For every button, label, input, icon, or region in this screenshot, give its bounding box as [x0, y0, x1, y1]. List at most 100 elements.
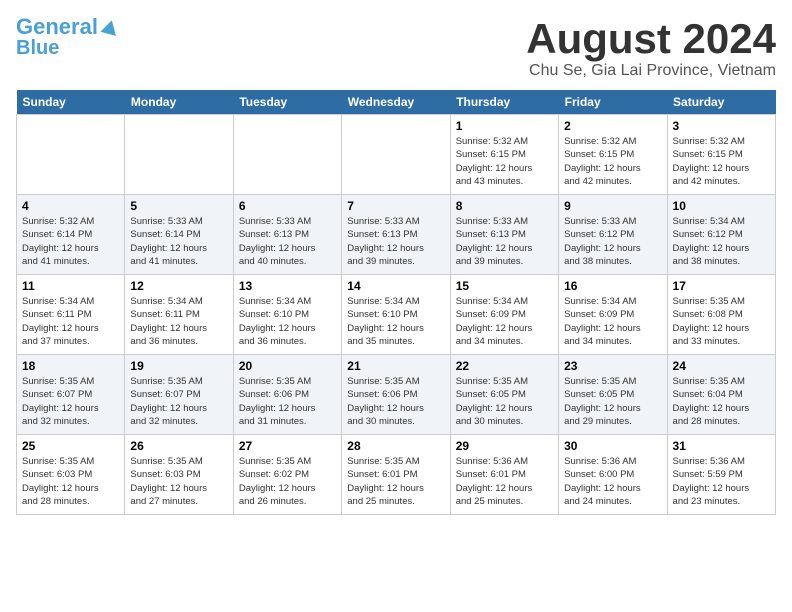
calendar-subtitle: Chu Se, Gia Lai Province, Vietnam	[526, 62, 776, 80]
day-header-wednesday: Wednesday	[342, 90, 450, 115]
day-number: 15	[456, 279, 553, 293]
day-number: 14	[347, 279, 444, 293]
logo-triangle-icon	[100, 18, 119, 36]
calendar-cell: 29 Sunrise: 5:36 AM Sunset: 6:01 PM Dayli…	[450, 435, 558, 515]
day-number: 19	[130, 359, 227, 373]
calendar-cell: 25 Sunrise: 5:35 AM Sunset: 6:03 PM Dayli…	[17, 435, 125, 515]
calendar-cell: 9 Sunrise: 5:33 AM Sunset: 6:12 PM Daylig…	[559, 195, 667, 275]
cell-info: Sunrise: 5:34 AM Sunset: 6:12 PM Dayligh…	[673, 215, 770, 268]
day-number: 23	[564, 359, 661, 373]
calendar-cell: 23 Sunrise: 5:35 AM Sunset: 6:05 PM Dayli…	[559, 355, 667, 435]
day-number: 22	[456, 359, 553, 373]
day-number: 28	[347, 439, 444, 453]
day-number: 11	[22, 279, 119, 293]
calendar-cell: 22 Sunrise: 5:35 AM Sunset: 6:05 PM Dayli…	[450, 355, 558, 435]
day-number: 3	[673, 119, 770, 133]
calendar-cell: 12 Sunrise: 5:34 AM Sunset: 6:11 PM Dayli…	[125, 275, 233, 355]
calendar-body: 1 Sunrise: 5:32 AM Sunset: 6:15 PM Daylig…	[17, 115, 776, 515]
cell-info: Sunrise: 5:35 AM Sunset: 6:03 PM Dayligh…	[130, 455, 227, 508]
calendar-cell: 15 Sunrise: 5:34 AM Sunset: 6:09 PM Dayli…	[450, 275, 558, 355]
title-area: August 2024 Chu Se, Gia Lai Province, Vi…	[526, 16, 776, 80]
cell-info: Sunrise: 5:35 AM Sunset: 6:06 PM Dayligh…	[239, 375, 336, 428]
calendar-title: August 2024	[526, 16, 776, 62]
calendar-cell: 2Sunrise: 5:32 AM Sunset: 6:15 PM Daylig…	[559, 115, 667, 195]
cell-info: Sunrise: 5:34 AM Sunset: 6:11 PM Dayligh…	[130, 295, 227, 348]
calendar-cell: 21 Sunrise: 5:35 AM Sunset: 6:06 PM Dayli…	[342, 355, 450, 435]
day-number: 5	[130, 199, 227, 213]
cell-info: Sunrise: 5:34 AM Sunset: 6:09 PM Dayligh…	[456, 295, 553, 348]
day-header-thursday: Thursday	[450, 90, 558, 115]
day-number: 27	[239, 439, 336, 453]
calendar-cell: 14Sunrise: 5:34 AM Sunset: 6:10 PM Dayli…	[342, 275, 450, 355]
day-number: 29	[456, 439, 553, 453]
day-header-monday: Monday	[125, 90, 233, 115]
calendar-cell: 10 Sunrise: 5:34 AM Sunset: 6:12 PM Dayli…	[667, 195, 775, 275]
calendar-header-row: SundayMondayTuesdayWednesdayThursdayFrid…	[17, 90, 776, 115]
day-number: 24	[673, 359, 770, 373]
cell-info: Sunrise: 5:36 AM Sunset: 5:59 PM Dayligh…	[673, 455, 770, 508]
calendar-cell: 30 Sunrise: 5:36 AM Sunset: 6:00 PM Dayli…	[559, 435, 667, 515]
calendar-cell	[233, 115, 341, 195]
cell-info: Sunrise: 5:34 AM Sunset: 6:09 PM Dayligh…	[564, 295, 661, 348]
cell-info: Sunrise: 5:33 AM Sunset: 6:14 PM Dayligh…	[130, 215, 227, 268]
cell-info: Sunrise: 5:33 AM Sunset: 6:12 PM Dayligh…	[564, 215, 661, 268]
cell-info: Sunrise: 5:35 AM Sunset: 6:08 PM Dayligh…	[673, 295, 770, 348]
cell-info: Sunrise: 5:35 AM Sunset: 6:06 PM Dayligh…	[347, 375, 444, 428]
cell-info: Sunrise: 5:35 AM Sunset: 6:07 PM Dayligh…	[22, 375, 119, 428]
cell-info: Sunrise: 5:35 AM Sunset: 6:02 PM Dayligh…	[239, 455, 336, 508]
logo-text: General	[16, 16, 98, 38]
day-number: 20	[239, 359, 336, 373]
calendar-cell	[342, 115, 450, 195]
cell-info: Sunrise: 5:33 AM Sunset: 6:13 PM Dayligh…	[239, 215, 336, 268]
cell-info: Sunrise: 5:32 AM Sunset: 6:15 PM Dayligh…	[456, 135, 553, 188]
day-number: 18	[22, 359, 119, 373]
cell-info: Sunrise: 5:36 AM Sunset: 6:00 PM Dayligh…	[564, 455, 661, 508]
calendar-week-row: 25 Sunrise: 5:35 AM Sunset: 6:03 PM Dayli…	[17, 435, 776, 515]
calendar-cell: 13 Sunrise: 5:34 AM Sunset: 6:10 PM Dayli…	[233, 275, 341, 355]
calendar-cell: 6Sunrise: 5:33 AM Sunset: 6:13 PM Daylig…	[233, 195, 341, 275]
calendar-cell: 28 Sunrise: 5:35 AM Sunset: 6:01 PM Dayli…	[342, 435, 450, 515]
day-number: 9	[564, 199, 661, 213]
calendar-cell: 5 Sunrise: 5:33 AM Sunset: 6:14 PM Daylig…	[125, 195, 233, 275]
day-number: 21	[347, 359, 444, 373]
day-number: 7	[347, 199, 444, 213]
calendar-cell: 3Sunrise: 5:32 AM Sunset: 6:15 PM Daylig…	[667, 115, 775, 195]
cell-info: Sunrise: 5:32 AM Sunset: 6:14 PM Dayligh…	[22, 215, 119, 268]
day-number: 25	[22, 439, 119, 453]
calendar-cell: 31 Sunrise: 5:36 AM Sunset: 5:59 PM Dayli…	[667, 435, 775, 515]
cell-info: Sunrise: 5:35 AM Sunset: 6:01 PM Dayligh…	[347, 455, 444, 508]
calendar-cell: 17 Sunrise: 5:35 AM Sunset: 6:08 PM Dayli…	[667, 275, 775, 355]
calendar-week-row: 11 Sunrise: 5:34 AM Sunset: 6:11 PM Dayli…	[17, 275, 776, 355]
day-number: 13	[239, 279, 336, 293]
logo-blue-text: Blue	[16, 38, 59, 58]
day-number: 10	[673, 199, 770, 213]
cell-info: Sunrise: 5:33 AM Sunset: 6:13 PM Dayligh…	[347, 215, 444, 268]
day-number: 12	[130, 279, 227, 293]
calendar-cell: 16Sunrise: 5:34 AM Sunset: 6:09 PM Dayli…	[559, 275, 667, 355]
calendar-cell	[17, 115, 125, 195]
day-header-sunday: Sunday	[17, 90, 125, 115]
cell-info: Sunrise: 5:32 AM Sunset: 6:15 PM Dayligh…	[564, 135, 661, 188]
calendar-cell: 8Sunrise: 5:33 AM Sunset: 6:13 PM Daylig…	[450, 195, 558, 275]
cell-info: Sunrise: 5:34 AM Sunset: 6:10 PM Dayligh…	[239, 295, 336, 348]
calendar-cell: 11 Sunrise: 5:34 AM Sunset: 6:11 PM Dayli…	[17, 275, 125, 355]
calendar-week-row: 1 Sunrise: 5:32 AM Sunset: 6:15 PM Daylig…	[17, 115, 776, 195]
day-number: 30	[564, 439, 661, 453]
cell-info: Sunrise: 5:35 AM Sunset: 6:05 PM Dayligh…	[564, 375, 661, 428]
cell-info: Sunrise: 5:34 AM Sunset: 6:11 PM Dayligh…	[22, 295, 119, 348]
calendar-cell: 1 Sunrise: 5:32 AM Sunset: 6:15 PM Daylig…	[450, 115, 558, 195]
cell-info: Sunrise: 5:35 AM Sunset: 6:03 PM Dayligh…	[22, 455, 119, 508]
day-header-tuesday: Tuesday	[233, 90, 341, 115]
page-header: General Blue August 2024 Chu Se, Gia Lai…	[16, 16, 776, 80]
day-header-saturday: Saturday	[667, 90, 775, 115]
day-header-friday: Friday	[559, 90, 667, 115]
calendar-cell: 20 Sunrise: 5:35 AM Sunset: 6:06 PM Dayli…	[233, 355, 341, 435]
cell-info: Sunrise: 5:36 AM Sunset: 6:01 PM Dayligh…	[456, 455, 553, 508]
calendar-cell: 18 Sunrise: 5:35 AM Sunset: 6:07 PM Dayli…	[17, 355, 125, 435]
day-number: 1	[456, 119, 553, 133]
calendar-cell: 7 Sunrise: 5:33 AM Sunset: 6:13 PM Daylig…	[342, 195, 450, 275]
day-number: 31	[673, 439, 770, 453]
calendar-cell: 4Sunrise: 5:32 AM Sunset: 6:14 PM Daylig…	[17, 195, 125, 275]
day-number: 17	[673, 279, 770, 293]
cell-info: Sunrise: 5:35 AM Sunset: 6:05 PM Dayligh…	[456, 375, 553, 428]
